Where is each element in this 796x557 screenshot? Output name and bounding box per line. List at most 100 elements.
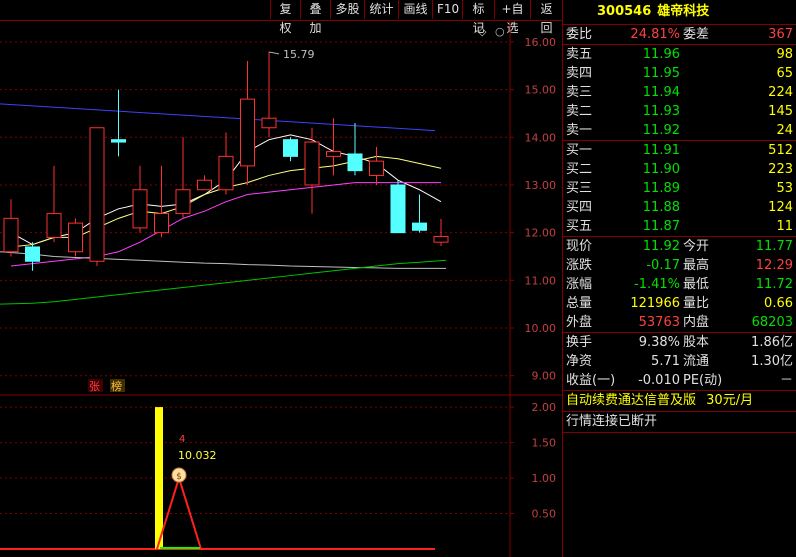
weibi-value: 24.81%: [630, 27, 680, 42]
candle-body: [25, 246, 40, 262]
quote-label: 最高: [683, 258, 710, 273]
price-tick-label: 13.00: [525, 179, 557, 192]
ask-label: 卖四: [566, 66, 593, 81]
ask-volume: 24: [776, 123, 793, 138]
price-tick-label: 10.00: [525, 322, 557, 335]
ask-label: 卖三: [566, 85, 593, 100]
toolbar-button-1[interactable]: 叠加: [300, 0, 330, 35]
circle-icon: ○: [495, 25, 505, 38]
fund-value: 1.30亿: [751, 354, 793, 369]
ask-row[interactable]: 卖一 11.92 24: [563, 121, 796, 140]
candle-body: [326, 151, 341, 157]
quote-value: 53763: [638, 315, 680, 330]
toolbar-button-6[interactable]: 标记: [462, 0, 494, 35]
quote-label: 涨跌: [566, 258, 593, 273]
quote-label: 涨幅: [566, 277, 593, 292]
candle-body: [412, 222, 427, 231]
fund-label: 收益(一): [566, 373, 616, 388]
fund-label: 股本: [683, 335, 710, 350]
bid-label: 买二: [566, 162, 593, 177]
weicha-value: 367: [768, 27, 793, 42]
bid-row[interactable]: 买二 11.90 223: [563, 160, 796, 179]
kline-chart[interactable]: 16.00 15.00 14.00 13.00 12.00 11.00 10.00 9.00 ◇…: [0, 21, 562, 557]
connection-status: 行情连接已断开: [566, 414, 658, 429]
diamond-icon: ◇: [478, 25, 487, 38]
quote-row: 总量 121966 量比 0.66: [563, 294, 796, 313]
quote-label: 内盘: [683, 315, 710, 330]
quote-label: 外盘: [566, 315, 593, 330]
bid-price: 11.91: [642, 143, 680, 158]
fund-row: 收益(一) -0.010 PE(动) －: [563, 371, 796, 390]
fund-value: 1.86亿: [751, 335, 793, 350]
bid-label: 买一: [566, 143, 593, 158]
weibi-label: 委比: [566, 27, 593, 42]
ask-row[interactable]: 卖二 11.93 145: [563, 102, 796, 121]
toolbar-button-5[interactable]: F10: [432, 0, 462, 19]
bid-row[interactable]: 买五 11.87 11: [563, 217, 796, 236]
fund-value: -0.010: [638, 373, 680, 388]
candle-body: [283, 139, 298, 157]
price-tick-label: 9.00: [532, 370, 557, 383]
ind-tick-label: 1.50: [532, 437, 557, 450]
quote-value: 0.66: [764, 296, 793, 311]
quote-label: 现价: [566, 239, 593, 254]
quote-row: 涨幅 -1.41% 最低 11.72: [563, 275, 796, 294]
bid-row[interactable]: 买一 11.91 512: [563, 141, 796, 160]
ask-row[interactable]: 卖三 11.94 224: [563, 83, 796, 102]
fund-value: 9.38%: [638, 335, 680, 350]
bid-row[interactable]: 买三 11.89 53: [563, 179, 796, 198]
quote-value: -1.41%: [634, 277, 680, 292]
toolbar-button-4[interactable]: 画线: [398, 0, 432, 19]
ask-row[interactable]: 卖四 11.95 65: [563, 64, 796, 83]
bid-price: 11.87: [642, 219, 680, 234]
toolbar-button-0[interactable]: 复权: [270, 0, 300, 35]
max-price-label: 15.79: [283, 48, 315, 61]
quote-row: 涨跌 -0.17 最高 12.29: [563, 256, 796, 275]
toolbar-button-3[interactable]: 统计: [364, 0, 398, 19]
candle-body: [347, 153, 363, 172]
bid-volume: 53: [776, 181, 793, 196]
quote-label: 总量: [566, 296, 593, 311]
bid-row[interactable]: 买四 11.88 124: [563, 198, 796, 217]
candle-body: [261, 117, 277, 129]
subscription-text: 自动续费通达信普及版: [566, 393, 697, 408]
fund-row: 换手 9.38% 股本 1.86亿: [563, 333, 796, 352]
tag-bang: 榜: [111, 379, 122, 393]
candle-body: [3, 217, 19, 253]
quote-value: 11.72: [755, 277, 793, 292]
quote-panel: 300546 雄帝科技 委比 24.81% 委差 367 卖五 11.96 98 卖四 1…: [562, 0, 796, 557]
bid-label: 买五: [566, 219, 593, 234]
candle-body: [175, 189, 191, 215]
candle-body: [390, 184, 406, 234]
quote-value: 11.77: [755, 239, 793, 254]
toolbar-button-2[interactable]: 多股: [330, 0, 364, 19]
stock-code: 300546: [597, 4, 652, 19]
ind-tick-label: 0.50: [532, 508, 557, 521]
fund-row: 净资 5.71 流通 1.30亿: [563, 352, 796, 371]
candle-body: [89, 127, 105, 262]
candle-body: [154, 213, 169, 234]
divider: [563, 432, 796, 433]
candle-body: [111, 139, 126, 143]
fund-label: 流通: [683, 354, 710, 369]
ask-volume: 98: [776, 47, 793, 62]
fund-label: 换手: [566, 335, 593, 350]
indicator-bar: [155, 407, 163, 549]
money-bag-symbol: $: [176, 472, 182, 482]
ask-price: 11.93: [642, 104, 680, 119]
ask-book: 卖五 11.96 98 卖四 11.95 65 卖三 11.94 224 卖二 11.93 145 卖一…: [563, 45, 796, 140]
candle-body: [46, 213, 62, 238]
subscription-notice[interactable]: 自动续费通达信普及版 30元/月: [563, 391, 796, 411]
toolbar-button-8[interactable]: 返回: [530, 0, 562, 35]
ask-label: 卖一: [566, 123, 593, 138]
subscription-price: 30元/月: [706, 393, 754, 408]
fund-value: 5.71: [651, 354, 680, 369]
bid-volume: 223: [768, 162, 793, 177]
toolbar-button-7[interactable]: +自选: [494, 0, 530, 35]
ask-row[interactable]: 卖五 11.96 98: [563, 45, 796, 64]
tag-zhang: 张: [89, 380, 100, 393]
price-tick-label: 11.00: [525, 274, 557, 287]
candle-body: [433, 235, 449, 243]
quote-value: 121966: [630, 296, 680, 311]
ask-volume: 65: [776, 66, 793, 81]
